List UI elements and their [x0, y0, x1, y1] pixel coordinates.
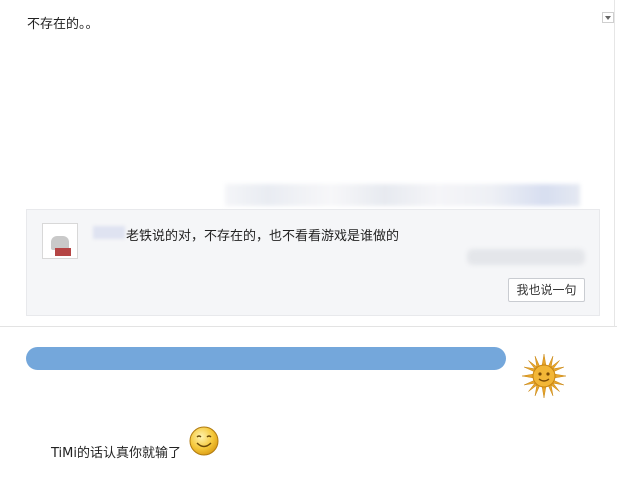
reply-text: 老铁说的对，不存在的，也不看看游戏是谁做的	[126, 229, 400, 244]
reply-username-blurred[interactable]	[93, 226, 125, 239]
post-content: 不存在的。。 老铁说的对，不存在的，也不看看游戏是谁做的 我也说一句	[0, 0, 617, 326]
smile-emoji-icon	[189, 426, 219, 456]
comment-text: TiMi的话认真你就输了	[51, 446, 181, 461]
chevron-down-icon[interactable]	[602, 12, 614, 23]
post-text: 不存在的。。	[27, 17, 99, 32]
sun-emoji-icon	[522, 354, 566, 398]
post-divider	[0, 326, 617, 327]
reply-section: 老铁说的对，不存在的，也不看看游戏是谁做的 我也说一句	[26, 209, 600, 316]
divider-vertical	[614, 0, 615, 326]
reply-button[interactable]: 我也说一句	[508, 278, 585, 302]
post-meta-blurred	[225, 184, 580, 206]
avatar[interactable]	[42, 223, 78, 259]
reply-meta-blurred	[467, 249, 585, 265]
accent-bar	[26, 347, 506, 370]
